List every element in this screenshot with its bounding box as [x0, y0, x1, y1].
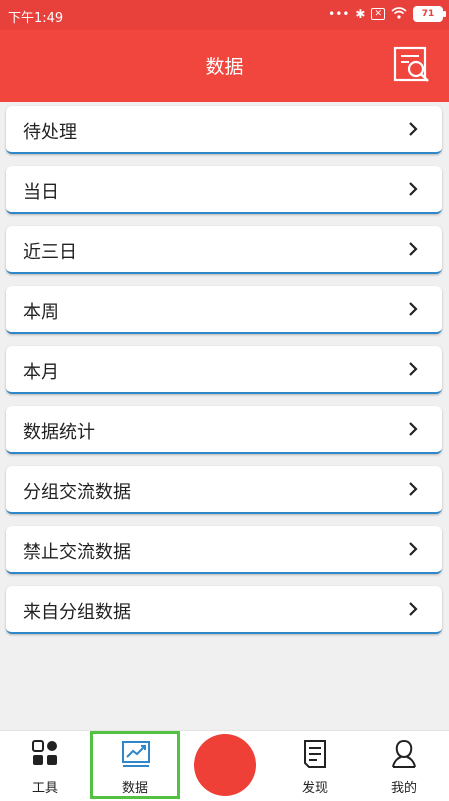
document-search-icon[interactable]: [393, 46, 431, 84]
tab-tools[interactable]: 工具: [0, 731, 90, 801]
app-bar: 数据: [0, 30, 449, 102]
status-bar: 下午1:49 ••• ✱ ✕ 71: [0, 0, 449, 30]
status-time: 下午1:49: [8, 11, 64, 26]
chart-icon: [122, 741, 150, 767]
chevron-right-icon: [409, 602, 418, 616]
menu-item-label: 本月: [23, 362, 59, 383]
chevron-right-icon: [409, 422, 418, 436]
bluetooth-icon: ✱: [355, 7, 366, 21]
tab-label: 我的: [390, 781, 417, 796]
tab-label: 发现: [301, 781, 328, 796]
menu-item-today[interactable]: 当日: [6, 166, 442, 214]
dots-icon: •••: [328, 7, 350, 21]
chevron-right-icon: [409, 182, 418, 196]
center-action-button[interactable]: [194, 734, 256, 796]
menu-item-label: 数据统计: [23, 422, 95, 443]
menu-item-label: 分组交流数据: [23, 482, 131, 503]
wifi-icon: [391, 6, 407, 22]
menu-item-label: 近三日: [23, 242, 77, 263]
menu-item-group-exchange[interactable]: 分组交流数据: [6, 466, 442, 514]
tab-label: 数据: [121, 781, 148, 796]
chevron-right-icon: [409, 482, 418, 496]
chevron-right-icon: [409, 122, 418, 136]
menu-list: 待处理 当日 近三日 本周 本月 数据统计 分组交流数据 禁止交流数据 来自分组…: [6, 106, 442, 646]
menu-item-label: 本周: [23, 302, 59, 323]
tab-mine[interactable]: 我的: [359, 731, 449, 801]
tab-discover[interactable]: 发现: [270, 731, 360, 801]
menu-item-pending[interactable]: 待处理: [6, 106, 442, 154]
menu-item-label: 禁止交流数据: [23, 542, 131, 563]
chevron-right-icon: [409, 242, 418, 256]
menu-item-from-group[interactable]: 来自分组数据: [6, 586, 442, 634]
menu-item-blocked-exchange[interactable]: 禁止交流数据: [6, 526, 442, 574]
page-title: 数据: [205, 56, 244, 78]
battery-icon: 71: [413, 6, 446, 22]
user-icon: [392, 739, 416, 768]
menu-item-label: 当日: [23, 182, 59, 203]
sim-icon: ✕: [371, 8, 385, 20]
tab-label: 工具: [31, 781, 58, 796]
chevron-right-icon: [409, 362, 418, 376]
document-icon: [304, 740, 326, 768]
menu-item-this-week[interactable]: 本周: [6, 286, 442, 334]
chevron-right-icon: [409, 542, 418, 556]
menu-item-last-three-days[interactable]: 近三日: [6, 226, 442, 274]
menu-item-this-month[interactable]: 本月: [6, 346, 442, 394]
menu-item-label: 来自分组数据: [23, 602, 131, 623]
menu-item-label: 待处理: [23, 122, 77, 143]
menu-item-statistics[interactable]: 数据统计: [6, 406, 442, 454]
tab-data[interactable]: 数据: [90, 731, 180, 799]
grid-icon: [32, 740, 57, 765]
status-icons: ••• ✱ ✕ 71: [328, 6, 446, 22]
chevron-right-icon: [409, 302, 418, 316]
